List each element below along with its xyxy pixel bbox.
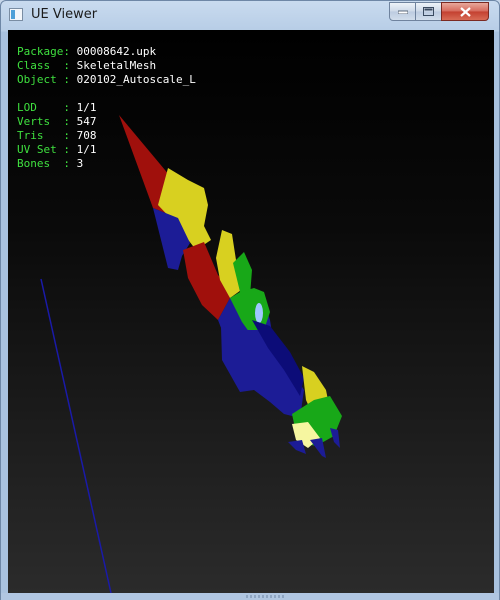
info-label: UV Set <box>17 143 64 156</box>
maximize-icon <box>423 7 434 16</box>
info-value: 1/1 <box>76 143 97 156</box>
info-label: Object <box>17 73 64 86</box>
info-label: Verts <box>17 115 64 128</box>
mesh-info-panel: Package: 00008642.upk Class : SkeletalMe… <box>17 45 196 171</box>
info-separator: : <box>63 129 77 142</box>
info-package: Package: 00008642.upk <box>17 45 196 59</box>
resize-grip[interactable] <box>246 595 284 598</box>
info-label: Tris <box>17 129 64 142</box>
info-value: 3 <box>76 157 84 170</box>
info-value: 00008642.upk <box>76 45 157 58</box>
info-value: 547 <box>76 115 97 128</box>
info-separator: : <box>63 143 77 156</box>
axis-line <box>40 278 112 593</box>
info-separator: : <box>63 157 77 170</box>
info-value: 708 <box>76 129 97 142</box>
info-lod: LOD : 1/1 <box>17 101 196 115</box>
app-window: UE Viewer Package: 00008642.upk Class: … <box>0 0 500 600</box>
caption-buttons <box>389 2 495 21</box>
info-label: LOD <box>17 101 64 114</box>
info-label: Package <box>17 45 64 58</box>
info-label: Bones <box>17 157 64 170</box>
close-icon <box>459 6 471 17</box>
info-separator: : <box>63 115 77 128</box>
info-separator: : <box>63 101 77 114</box>
maximize-button[interactable] <box>415 2 442 21</box>
info-value: SkeletalMesh <box>76 59 157 72</box>
info-value: 1/1 <box>76 101 97 114</box>
info-bones: Bones : 3 <box>17 157 196 171</box>
close-button[interactable] <box>441 2 489 21</box>
info-class: Class : SkeletalMesh <box>17 59 196 73</box>
minimize-button[interactable] <box>389 2 416 21</box>
info-separator: : <box>63 59 77 72</box>
info-tris: Tris : 708 <box>17 129 196 143</box>
minimize-icon <box>397 10 408 14</box>
title-bar[interactable]: UE Viewer <box>1 1 499 30</box>
info-label: Class <box>17 59 64 72</box>
info-value: 020102_Autoscale_L <box>76 73 196 86</box>
info-verts: Verts : 547 <box>17 115 196 129</box>
info-separator: : <box>63 73 77 86</box>
info-separator: : <box>63 45 77 58</box>
3d-viewport[interactable]: Package: 00008642.upk Class : SkeletalMe… <box>8 30 494 593</box>
info-object: Object : 020102_Autoscale_L <box>17 73 196 87</box>
info-uvset: UV Set : 1/1 <box>17 143 196 157</box>
app-window-icon <box>9 8 23 21</box>
window-title: UE Viewer <box>31 7 98 22</box>
